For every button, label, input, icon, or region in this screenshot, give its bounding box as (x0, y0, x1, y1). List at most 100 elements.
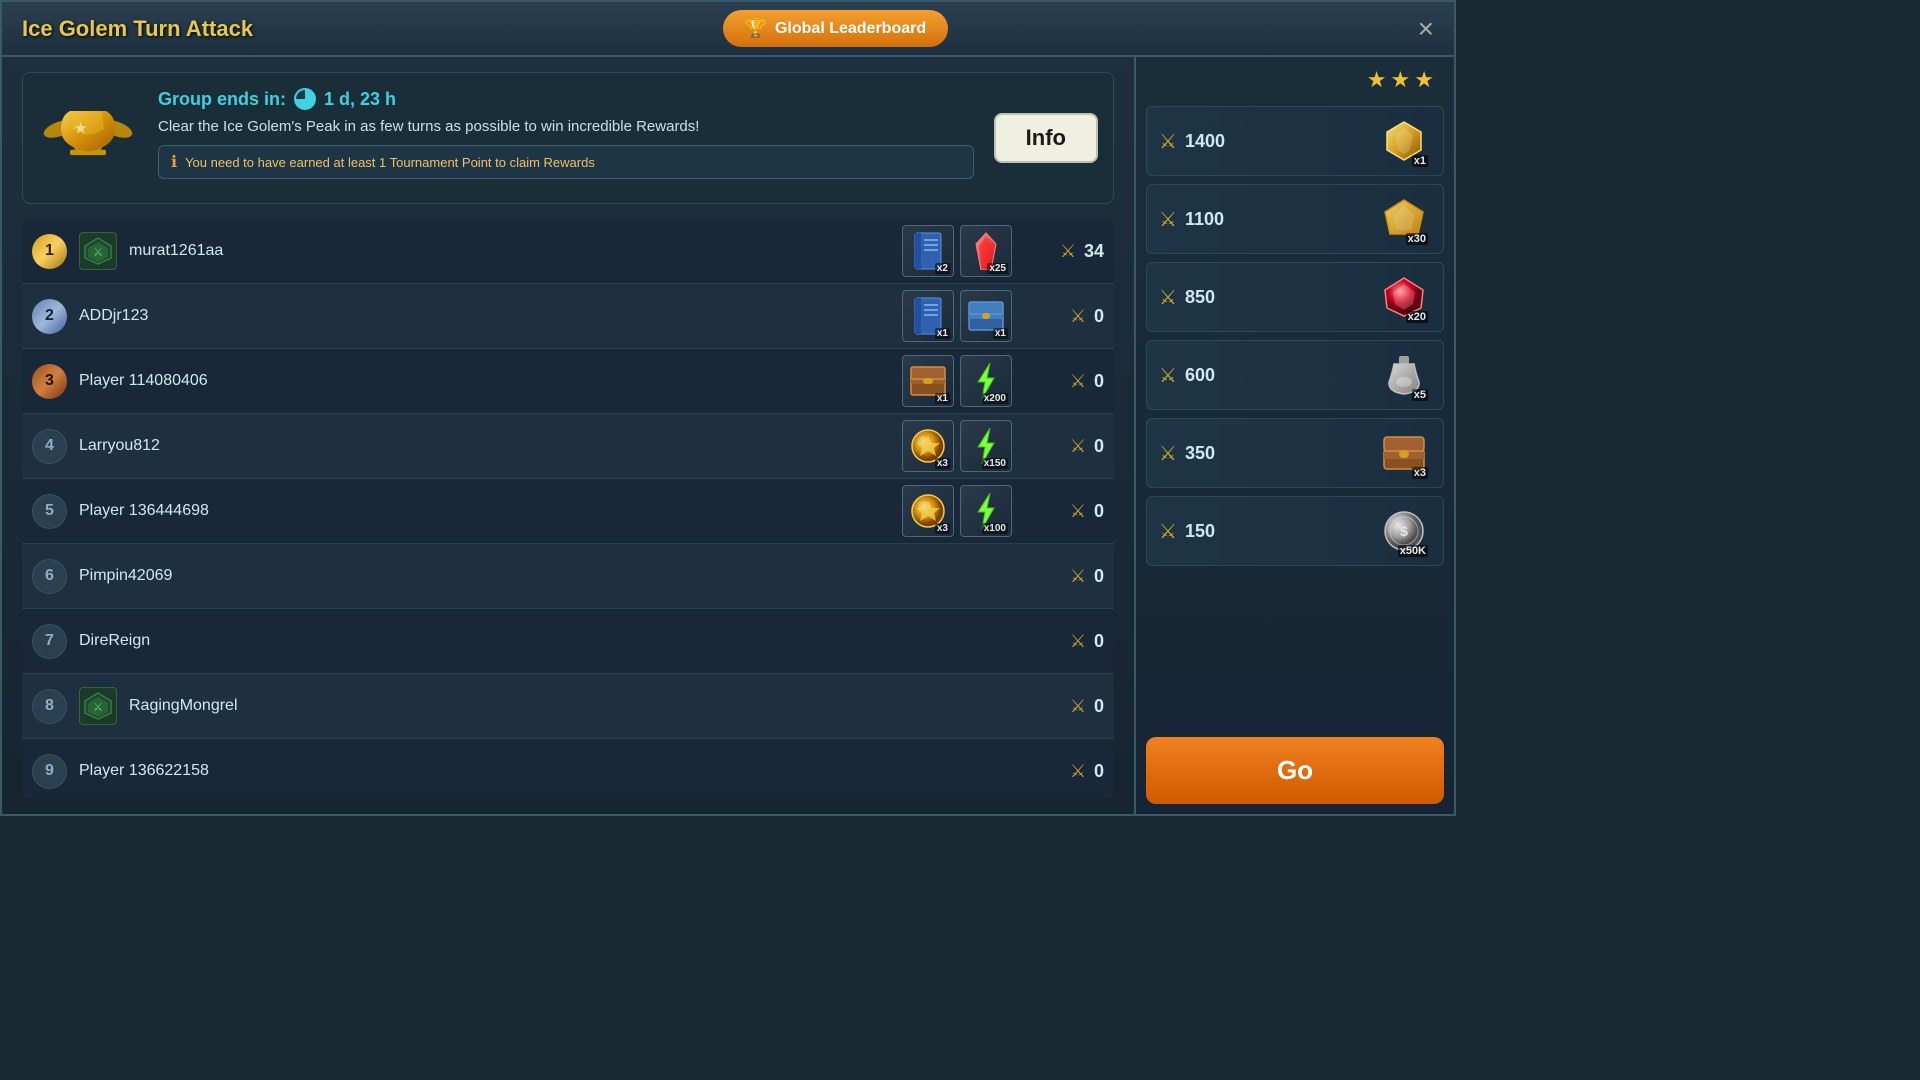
leaderboard-button[interactable]: 🏆 Global Leaderboard (723, 10, 949, 47)
reward-tier: ⚔1100x30 (1146, 184, 1444, 254)
player-name: RagingMongrel (129, 697, 1012, 715)
reward-quantity: x1 (935, 393, 950, 404)
left-panel: ★ Group ends in: (2, 57, 1134, 814)
rank-badge: 9 (32, 754, 67, 789)
score-area: ⚔0 (1024, 631, 1104, 652)
tier-reward-item: x1 (1376, 114, 1431, 169)
avatar: ⚔ (79, 232, 117, 270)
tier-value: 1400 (1185, 131, 1225, 152)
rank-badge: 4 (32, 429, 67, 464)
rank-badge: 2 (32, 299, 67, 334)
reward-quantity: x2 (935, 263, 950, 274)
tier-reward-quantity: x20 (1406, 311, 1428, 323)
tier-value: 150 (1185, 521, 1215, 542)
table-row[interactable]: 6Pimpin42069⚔0 (22, 544, 1114, 609)
star-2: ★ (1391, 67, 1411, 93)
score-value: 0 (1094, 436, 1104, 457)
leaderboard-table[interactable]: 1⚔murat1261aax2x25⚔342ADDjr123x1x1⚔03Pla… (22, 219, 1114, 799)
reward-quantity: x1 (993, 328, 1008, 339)
table-row[interactable]: 1⚔murat1261aax2x25⚔34 (22, 219, 1114, 284)
player-name: Player 114080406 (79, 372, 890, 390)
score-area: ⚔0 (1024, 501, 1104, 522)
tier-score-icon: ⚔ (1159, 285, 1177, 310)
player-name: ADDjr123 (79, 307, 890, 325)
rewards-area: x2 x25 (902, 225, 1012, 277)
description-text: Clear the Ice Golem's Peak in as few tur… (158, 118, 974, 135)
tier-reward-item: x3 (1376, 426, 1431, 481)
table-row[interactable]: 2ADDjr123x1x1⚔0 (22, 284, 1114, 349)
score-value: 0 (1094, 696, 1104, 717)
player-name: Player 136444698 (79, 502, 890, 520)
tier-value: 350 (1185, 443, 1215, 464)
tier-score-icon: ⚔ (1159, 363, 1177, 388)
table-row[interactable]: 3 Player 114080406 x1 x200 ⚔0 (22, 349, 1114, 414)
score-icon: ⚔ (1070, 501, 1086, 522)
reward-item: x3 (902, 420, 954, 472)
score-icon: ⚔ (1060, 241, 1076, 262)
reward-item: x2 (902, 225, 954, 277)
warning-text: You need to have earned at least 1 Tourn… (185, 155, 595, 170)
rewards-area: x3 x100 (902, 485, 1012, 537)
leaderboard-label: Global Leaderboard (775, 20, 926, 38)
rank-badge: 3 (32, 364, 67, 399)
group-ends-label: Group ends in: (158, 89, 286, 110)
score-area: ⚔ 34 (1024, 241, 1104, 262)
reward-item: x1 (902, 355, 954, 407)
score-icon: ⚔ (1070, 566, 1086, 587)
player-name: murat1261aa (129, 242, 890, 260)
right-panel: ★ ★ ★ ⚔1400x1⚔1100x30⚔850x20⚔600x5⚔350x3… (1134, 57, 1454, 814)
go-button[interactable]: Go (1146, 737, 1444, 804)
tier-points: ⚔ 1400 (1159, 129, 1225, 154)
score-icon: ⚔ (1070, 696, 1086, 717)
score-icon: ⚔ (1070, 631, 1086, 652)
tier-points: ⚔ 350 (1159, 441, 1215, 466)
reward-item: x150 (960, 420, 1012, 472)
tier-reward-quantity: x50K (1398, 545, 1428, 557)
reward-quantity: x100 (982, 523, 1008, 534)
score-area: ⚔0 (1024, 436, 1104, 457)
tier-score-icon: ⚔ (1159, 441, 1177, 466)
score-area: ⚔0 (1024, 761, 1104, 782)
table-row[interactable]: 4Larryou812x3x150⚔0 (22, 414, 1114, 479)
modal-container: Ice Golem Turn Attack 🏆 Global Leaderboa… (0, 0, 1456, 816)
player-name: Player 136622158 (79, 762, 1012, 780)
tier-reward-quantity: x3 (1412, 467, 1428, 479)
reward-item: x200 (960, 355, 1012, 407)
star-1: ★ (1367, 67, 1387, 93)
header: Ice Golem Turn Attack 🏆 Global Leaderboa… (2, 2, 1454, 57)
table-row[interactable]: 8⚔RagingMongrel⚔0 (22, 674, 1114, 739)
timer-icon (294, 88, 316, 110)
rewards-area: x1 x1 (902, 290, 1012, 342)
score-icon: ⚔ (1070, 761, 1086, 782)
score-area: ⚔0 (1024, 371, 1104, 392)
tier-score-icon: ⚔ (1159, 129, 1177, 154)
table-row[interactable]: 7DireReign⚔0 (22, 609, 1114, 674)
tier-score-icon: ⚔ (1159, 207, 1177, 232)
player-name: Pimpin42069 (79, 567, 1012, 585)
close-button[interactable]: × (1418, 15, 1434, 43)
stars-row: ★ ★ ★ (1146, 67, 1444, 98)
tier-reward-quantity: x1 (1412, 155, 1428, 167)
star-3: ★ (1414, 67, 1434, 93)
reward-quantity: x1 (935, 328, 950, 339)
score-value: 34 (1084, 241, 1104, 262)
tournament-trophy: ★ (38, 88, 138, 188)
table-row[interactable]: 9 Player 136622158 ⚔0 (22, 739, 1114, 799)
tier-reward-item: $ x50K (1376, 504, 1431, 559)
tier-reward-item: x5 (1376, 348, 1431, 403)
tier-reward-item: x20 (1376, 270, 1431, 325)
reward-tier: ⚔600 x5 (1146, 340, 1444, 410)
reward-item: x25 (960, 225, 1012, 277)
svg-text:$: $ (1400, 523, 1408, 539)
tier-points: ⚔600 (1159, 363, 1215, 388)
svg-text:⚔: ⚔ (93, 245, 104, 259)
avatar: ⚔ (79, 687, 117, 725)
timer-value: 1 d, 23 h (324, 89, 396, 110)
reward-tier: ⚔ 850 x20 (1146, 262, 1444, 332)
info-button[interactable]: Info (994, 113, 1098, 163)
rewards-area: x3x150 (902, 420, 1012, 472)
tier-reward-quantity: x5 (1412, 389, 1428, 401)
tier-value: 850 (1185, 287, 1215, 308)
table-row[interactable]: 5Player 136444698x3x100⚔0 (22, 479, 1114, 544)
reward-item: x3 (902, 485, 954, 537)
